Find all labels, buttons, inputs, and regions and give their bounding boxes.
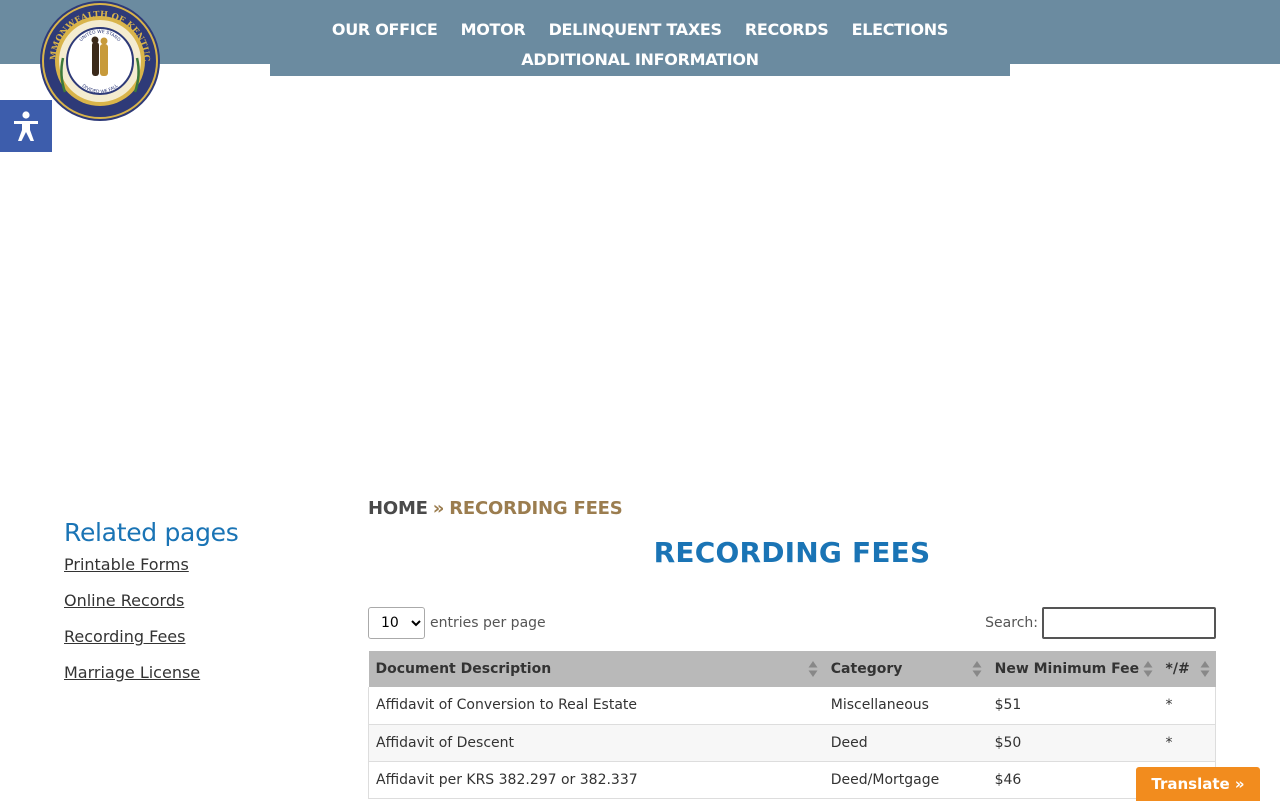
page-title: RECORDING FEES	[653, 536, 931, 569]
nav-records[interactable]: RECORDS	[745, 20, 829, 39]
table-row: Affidavit of Descent Deed $50 *	[367, 724, 1216, 762]
column-header-flag[interactable]: */#	[1158, 651, 1216, 687]
cell-document-description: Affidavit per KRS 382.297 or 382.337	[367, 761, 824, 799]
cell-category: Deed/Mortgage	[823, 761, 988, 799]
cell-document-description: Affidavit of Conversion to Real Estate	[367, 687, 824, 725]
nav-row-primary: OUR OFFICE MOTOR DELINQUENT TAXES RECORD…	[270, 20, 1010, 39]
cell-new-minimum-fee: $50	[987, 724, 1159, 762]
link-printable-forms[interactable]: Printable Forms	[64, 555, 324, 574]
recording-fees-table: Document Description Category New Minimu…	[367, 651, 1216, 799]
column-header-category[interactable]: Category	[823, 651, 988, 687]
entries-per-page-select[interactable]: 10 25 50 100	[368, 607, 425, 639]
related-pages-sidebar: Related pages Printable Forms Online Rec…	[64, 518, 324, 699]
link-online-records[interactable]: Online Records	[64, 591, 324, 610]
cell-flag: *	[1158, 687, 1216, 725]
nav-row-secondary: ADDITIONAL INFORMATION	[270, 50, 1010, 69]
table-search-input[interactable]	[1042, 607, 1216, 639]
cell-document-description: Affidavit of Descent	[367, 724, 824, 762]
related-pages-heading: Related pages	[64, 518, 239, 547]
link-recording-fees[interactable]: Recording Fees	[64, 627, 324, 646]
accessibility-toolbar-button[interactable]	[0, 100, 52, 152]
table-header-row: Document Description Category New Minimu…	[368, 651, 1216, 687]
table-row: Affidavit of Conversion to Real Estate M…	[367, 687, 1216, 725]
entries-per-page-label: entries per page	[430, 615, 546, 631]
cell-category: Deed	[823, 724, 988, 762]
main-navigation: OUR OFFICE MOTOR DELINQUENT TAXES RECORD…	[270, 0, 1010, 76]
nav-delinquent-taxes[interactable]: DELINQUENT TAXES	[549, 20, 723, 39]
translate-button[interactable]: Translate »	[1136, 767, 1260, 801]
accessibility-person-icon	[14, 111, 38, 141]
breadcrumb-separator: »	[432, 498, 445, 519]
breadcrumb-home-link[interactable]: HOME	[368, 498, 428, 519]
cell-flag: *	[1158, 724, 1216, 762]
cell-new-minimum-fee: $46	[987, 761, 1159, 799]
breadcrumb: HOME» RECORDING FEES	[368, 498, 623, 519]
sort-arrows-icon	[1200, 661, 1209, 677]
nav-motor[interactable]: MOTOR	[461, 20, 526, 39]
kentucky-seal-logo[interactable]: COMMONWEALTH OF KENTUCKY UNITED WE STAND…	[39, 0, 161, 122]
nav-our-office[interactable]: OUR OFFICE	[332, 20, 438, 39]
nav-additional-information[interactable]: ADDITIONAL INFORMATION	[521, 50, 759, 69]
cell-category: Miscellaneous	[823, 687, 988, 725]
link-marriage-license[interactable]: Marriage License	[64, 663, 324, 682]
breadcrumb-current: RECORDING FEES	[449, 498, 623, 519]
search-label: Search:	[985, 615, 1038, 631]
nav-elections[interactable]: ELECTIONS	[852, 20, 949, 39]
cell-new-minimum-fee: $51	[987, 687, 1159, 725]
column-header-document-description[interactable]: Document Description	[368, 651, 824, 687]
table-controls: 10 25 50 100 entries per page Search:	[368, 607, 1216, 639]
table-row: Affidavit per KRS 382.297 or 382.337 Dee…	[367, 761, 1216, 799]
column-header-new-minimum-fee[interactable]: New Minimum Fee	[987, 651, 1159, 687]
sort-arrows-icon	[972, 661, 982, 677]
sort-arrows-icon	[1143, 661, 1153, 677]
sort-arrows-icon	[808, 661, 818, 677]
